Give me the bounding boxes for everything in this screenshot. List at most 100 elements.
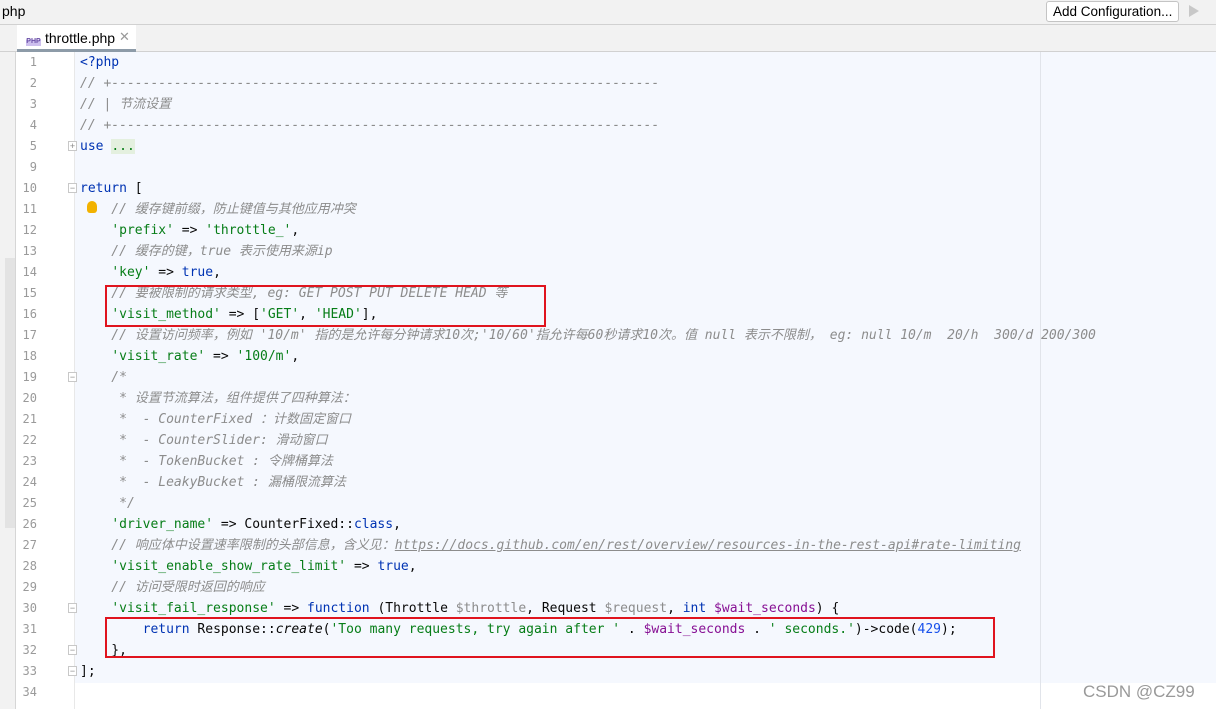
line-number: 1 bbox=[29, 55, 37, 69]
code-token: => bbox=[275, 601, 307, 616]
fold-expand-icon[interactable]: + bbox=[68, 141, 77, 151]
code-text: // 响应体中设置速率限制的头部信息，含义见：https://docs.gith… bbox=[80, 535, 1021, 556]
code-line: 18 'visit_rate' => '100/m', bbox=[0, 346, 1216, 367]
code-token: * - LeakyBucket : 漏桶限流算法 bbox=[80, 475, 346, 490]
line-number: 10 bbox=[22, 181, 37, 195]
code-line: 30 − 'visit_fail_response' => function (T… bbox=[0, 598, 1216, 619]
line-number: 13 bbox=[22, 244, 37, 258]
code-token: * - CounterFixed ：计数固定窗口 bbox=[80, 412, 352, 427]
code-token: => CounterFixed:: bbox=[213, 517, 354, 532]
line-number: 20 bbox=[22, 391, 37, 405]
code-line: 1 <?php bbox=[0, 52, 1216, 73]
code-token: => bbox=[150, 265, 182, 280]
line-number: 5 bbox=[29, 139, 37, 153]
code-text: */ bbox=[80, 493, 135, 514]
code-token: true bbox=[377, 559, 409, 574]
code-line: 26 'driver_name' => CounterFixed::class, bbox=[0, 514, 1216, 535]
code-text: * - TokenBucket : 令牌桶算法 bbox=[80, 451, 333, 472]
code-text: /* bbox=[80, 367, 127, 388]
fold-collapse-icon[interactable]: − bbox=[68, 666, 77, 676]
line-number: 34 bbox=[22, 685, 37, 699]
code-token: 'driver_name' bbox=[111, 517, 214, 532]
code-token: */ bbox=[80, 496, 135, 511]
code-line: 20 * 设置节流算法，组件提供了四种算法： bbox=[0, 388, 1216, 409]
highlight-box-fail-response bbox=[105, 617, 995, 658]
code-token: * - CounterSlider: 滑动窗口 bbox=[80, 433, 328, 448]
fold-collapse-icon[interactable]: − bbox=[68, 603, 77, 613]
code-line: 13 // 缓存的键，true 表示使用来源ip bbox=[0, 241, 1216, 262]
run-icon[interactable] bbox=[1189, 5, 1199, 17]
code-line: 27 // 响应体中设置速率限制的头部信息，含义见：https://docs.g… bbox=[0, 535, 1216, 556]
code-token: 'visit_enable_show_rate_limit' bbox=[111, 559, 347, 574]
line-number: 3 bbox=[29, 97, 37, 111]
tab-throttle-php[interactable]: PHP throttle.php ✕ bbox=[17, 25, 136, 52]
code-text: 'driver_name' => CounterFixed::class, bbox=[80, 514, 401, 535]
line-number: 33 bbox=[22, 664, 37, 678]
line-number: 9 bbox=[29, 160, 37, 174]
code-token: return bbox=[80, 181, 127, 196]
code-token: , bbox=[408, 559, 417, 574]
code-token: , bbox=[291, 349, 300, 364]
code-text: * - CounterSlider: 滑动窗口 bbox=[80, 430, 328, 451]
code-token: ... bbox=[111, 139, 135, 154]
code-token: 'visit_fail_response' bbox=[111, 601, 276, 616]
line-number: 27 bbox=[22, 538, 37, 552]
code-line: 23 * - TokenBucket : 令牌桶算法 bbox=[0, 451, 1216, 472]
line-number: 18 bbox=[22, 349, 37, 363]
line-number: 23 bbox=[22, 454, 37, 468]
code-token: function bbox=[307, 601, 370, 616]
line-number: 11 bbox=[22, 202, 37, 216]
code-line: 28 'visit_enable_show_rate_limit' => tru… bbox=[0, 556, 1216, 577]
code-token: => bbox=[346, 559, 378, 574]
line-number: 26 bbox=[22, 517, 37, 531]
code-token: // 响应体中设置速率限制的头部信息，含义见： bbox=[80, 538, 395, 553]
fold-collapse-icon[interactable]: − bbox=[68, 372, 77, 382]
code-token: $wait_seconds bbox=[714, 601, 816, 616]
code-text: // +------------------------------------… bbox=[80, 115, 659, 136]
code-token: (Throttle bbox=[369, 601, 456, 616]
code-token: => bbox=[205, 349, 237, 364]
code-token: $request bbox=[604, 601, 668, 616]
code-text: 'visit_enable_show_rate_limit' => true, bbox=[80, 556, 417, 577]
highlight-box-visit-method bbox=[105, 285, 546, 327]
code-token: // +------------------------------------… bbox=[80, 118, 660, 133]
code-token: , bbox=[291, 223, 300, 238]
line-number: 29 bbox=[22, 580, 37, 594]
line-number: 15 bbox=[22, 286, 37, 300]
code-line: 29 // 访问受限时返回的响应 bbox=[0, 577, 1216, 598]
add-configuration-button[interactable]: Add Configuration... bbox=[1046, 1, 1180, 22]
code-token: // 设置访问频率，例如 '10/m' 指的是允许每分钟请求10次;'10/60… bbox=[80, 328, 1096, 343]
code-text: * - LeakyBucket : 漏桶限流算法 bbox=[80, 472, 346, 493]
code-token: // 缓存键前缀，防止键值与其他应用冲突 bbox=[80, 202, 356, 217]
project-name[interactable]: php bbox=[2, 3, 25, 19]
line-number: 22 bbox=[22, 433, 37, 447]
code-line: 2 // +-----------------------------------… bbox=[0, 73, 1216, 94]
code-line: 25 */ bbox=[0, 493, 1216, 514]
close-icon[interactable]: ✕ bbox=[119, 29, 130, 45]
code-token: , bbox=[667, 601, 683, 616]
code-token: 'key' bbox=[111, 265, 151, 280]
link[interactable]: https://docs.github.com/en/rest/overview… bbox=[395, 538, 1021, 553]
code-token: true bbox=[181, 265, 214, 280]
code-line: 12 'prefix' => 'throttle_', bbox=[0, 220, 1216, 241]
code-text: 'prefix' => 'throttle_', bbox=[80, 220, 299, 241]
fold-collapse-icon[interactable]: − bbox=[68, 183, 77, 193]
line-number: 19 bbox=[22, 370, 37, 384]
code-line: 3 // | 节流设置 bbox=[0, 94, 1216, 115]
code-text: ]; bbox=[80, 661, 96, 682]
fold-collapse-icon[interactable]: − bbox=[68, 645, 77, 655]
code-token: 'throttle_' bbox=[205, 223, 292, 238]
code-line: 22 * - CounterSlider: 滑动窗口 bbox=[0, 430, 1216, 451]
code-token: // | 节流设置 bbox=[80, 97, 172, 112]
line-number: 24 bbox=[22, 475, 37, 489]
line-number: 21 bbox=[22, 412, 37, 426]
code-text: // | 节流设置 bbox=[80, 94, 171, 115]
code-text: 'visit_fail_response' => function (Throt… bbox=[80, 598, 839, 619]
line-number: 32 bbox=[22, 643, 37, 657]
code-token: /* bbox=[80, 370, 127, 385]
